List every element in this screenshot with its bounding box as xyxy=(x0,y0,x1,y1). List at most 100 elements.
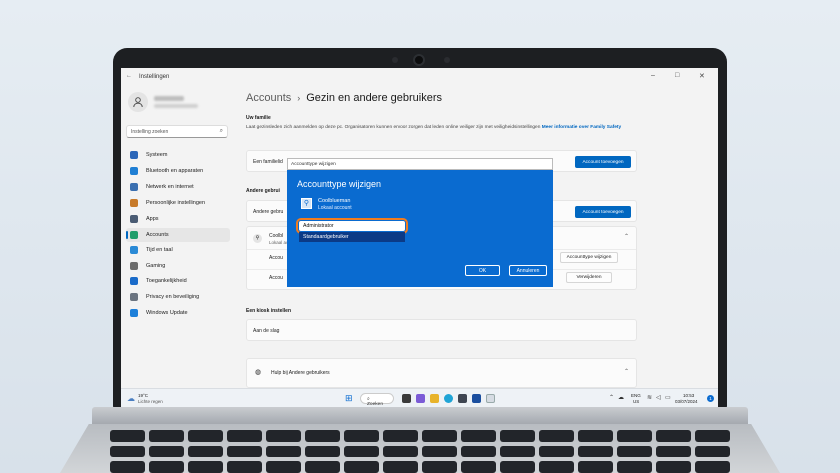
breadcrumb-accounts[interactable]: Accounts xyxy=(246,92,291,104)
notification-badge[interactable]: 1 xyxy=(707,395,714,402)
wifi-icon[interactable]: ≋ xyxy=(647,394,652,401)
task-view-icon[interactable] xyxy=(402,394,411,403)
accessibility-icon xyxy=(130,277,138,285)
keyboard-key xyxy=(188,445,223,458)
sidebar-item-accounts[interactable]: Accounts xyxy=(126,228,230,242)
keyboard-key xyxy=(227,461,262,473)
keyboard-key xyxy=(578,461,613,473)
language-top[interactable]: ENG xyxy=(631,393,641,398)
apps-icon xyxy=(130,215,138,223)
sidebar-item-bluetooth-en-apparaten[interactable]: Bluetooth en apparaten xyxy=(126,164,230,178)
account-options-label: Accou xyxy=(269,255,283,261)
keyboard-key xyxy=(344,445,379,458)
bluetooth-icon xyxy=(130,167,138,175)
add-family-account-button[interactable]: Account toevoegen xyxy=(575,156,631,168)
account-data-label: Accou xyxy=(269,275,283,281)
edge-icon[interactable] xyxy=(444,394,453,403)
cloud-icon[interactable]: ☁ xyxy=(618,394,624,401)
other-users-heading: Andere gebrui xyxy=(246,188,280,194)
file-explorer-icon[interactable] xyxy=(430,394,439,403)
back-arrow-icon[interactable]: ← xyxy=(126,73,132,79)
volume-icon[interactable]: ◁ xyxy=(656,394,661,401)
keyboard-key xyxy=(500,445,535,458)
sidebar-item-toegankelijkheid[interactable]: Toegankelijkheid xyxy=(126,274,230,288)
taskbar-search-label: Zoeken xyxy=(367,402,383,407)
help-card[interactable]: ◍ Hulp bij Andere gebruikers ⌃ xyxy=(246,358,637,388)
user-card-type: Lokaal ac xyxy=(269,240,289,245)
keyboard-key xyxy=(383,430,418,442)
page-title: Gezin en andere gebruikers xyxy=(306,92,442,104)
sidebar-item-persoonlijke-instellingen[interactable]: Persoonlijke instellingen xyxy=(126,196,230,210)
minimize-button[interactable]: – xyxy=(651,72,655,79)
store-icon[interactable] xyxy=(458,394,467,403)
keyboard-key xyxy=(110,445,145,458)
user-card-name: Coolbl xyxy=(269,233,284,239)
family-safety-link[interactable]: Meer informatie over Family Safety xyxy=(542,125,621,130)
gamepad-icon xyxy=(130,262,138,270)
battery-icon[interactable]: ▭ xyxy=(665,394,671,401)
keyboard-key xyxy=(500,461,535,473)
change-account-type-button[interactable]: Accounttype wijzigen xyxy=(560,252,618,263)
maximize-button[interactable]: □ xyxy=(675,72,679,79)
sensor xyxy=(392,57,398,63)
sidebar-item-netwerk-en-internet[interactable]: Netwerk en internet xyxy=(126,180,230,194)
close-button[interactable]: ✕ xyxy=(699,72,705,80)
taskbar-search[interactable]: ⌕ Zoeken xyxy=(360,393,394,407)
keyboard-key xyxy=(266,461,301,473)
weather-icon[interactable]: ☁ xyxy=(127,394,135,403)
sidebar-item-systeem[interactable]: Systeem xyxy=(126,148,230,162)
keyboard-key xyxy=(383,445,418,458)
sidebar-item-tijd-en-taal[interactable]: Tijd en taal xyxy=(126,243,230,257)
keyboard-key xyxy=(539,461,574,473)
help-label: Hulp bij Andere gebruikers xyxy=(271,370,330,376)
keyboard-key xyxy=(266,445,301,458)
window-title: Instellingen xyxy=(139,74,170,80)
keyboard-key xyxy=(539,430,574,442)
brush-icon xyxy=(130,199,138,207)
family-description: Laat gezinsleden zich aanmelden op deze … xyxy=(246,124,641,131)
remove-account-button[interactable]: Verwijderen xyxy=(566,272,612,283)
globe-icon xyxy=(130,246,138,254)
cancel-button[interactable]: Annuleren xyxy=(509,265,547,276)
option-administrator[interactable]: Administrator xyxy=(296,218,408,234)
kiosk-heading: Een kiosk instellen xyxy=(246,308,292,314)
user-icon: ⚲ xyxy=(301,198,312,209)
ok-button[interactable]: OK xyxy=(465,265,500,276)
keyboard-key xyxy=(227,430,262,442)
user-name-blurred xyxy=(154,96,184,101)
settings-search-input[interactable]: Instelling zoeken ⌕ xyxy=(126,125,228,138)
clock-date[interactable]: 03/07/2024 xyxy=(675,399,698,404)
settings-icon[interactable] xyxy=(486,394,495,403)
chat-icon[interactable] xyxy=(416,394,425,403)
dialog-user-type: Lokaal account xyxy=(318,205,352,211)
chevron-up-icon[interactable]: ⌃ xyxy=(609,394,614,401)
user-email-blurred xyxy=(154,104,198,108)
chevron-up-icon[interactable]: ⌃ xyxy=(624,368,629,375)
other-users-card-label: Andere gebru xyxy=(253,209,284,215)
language-bottom[interactable]: US xyxy=(633,399,639,404)
keyboard xyxy=(110,430,730,473)
kiosk-card[interactable]: Aan de slag xyxy=(246,319,637,341)
breadcrumb-separator: › xyxy=(297,93,301,103)
keyboard-key xyxy=(149,445,184,458)
keyboard-key xyxy=(305,461,340,473)
sidebar-item-apps[interactable]: Apps xyxy=(126,212,230,226)
avatar[interactable] xyxy=(128,92,148,112)
sidebar-item-label: Bluetooth en apparaten xyxy=(146,168,204,174)
sidebar-item-windows-update[interactable]: Windows Update xyxy=(126,306,230,320)
kiosk-card-label: Aan de slag xyxy=(253,328,280,334)
keyboard-key xyxy=(461,461,496,473)
clock-time[interactable]: 10:53 xyxy=(683,393,694,398)
keyboard-key xyxy=(695,461,730,473)
keyboard-key xyxy=(149,461,184,473)
sidebar-item-gaming[interactable]: Gaming xyxy=(126,259,230,273)
globe-icon: ◍ xyxy=(255,369,262,376)
start-button[interactable]: ⊞ xyxy=(345,393,353,404)
chevron-up-icon[interactable]: ⌃ xyxy=(624,233,629,240)
add-other-account-button[interactable]: Account toevoegen xyxy=(575,206,631,218)
outlook-icon[interactable] xyxy=(472,394,481,403)
monitor-icon xyxy=(130,151,138,159)
option-standard-user[interactable]: Standaardgebruiker xyxy=(299,232,405,242)
keyboard-key xyxy=(656,461,691,473)
sidebar-item-privacy-en-beveiliging[interactable]: Privacy en beveiliging xyxy=(126,290,230,304)
